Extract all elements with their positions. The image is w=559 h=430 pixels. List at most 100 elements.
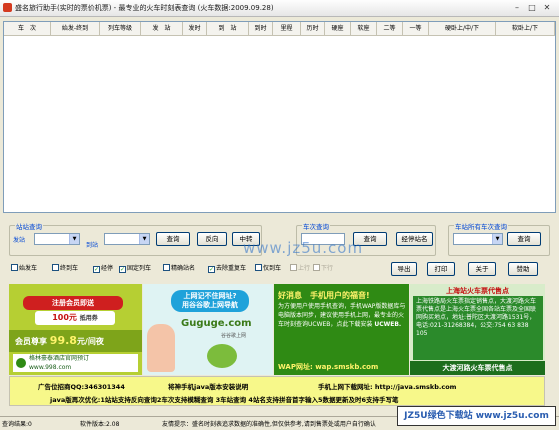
column-header[interactable]: 到时 <box>249 22 273 36</box>
column-header[interactable]: 软卧上/下 <box>496 22 555 36</box>
chevron-down-icon[interactable]: ▼ <box>139 234 149 244</box>
title-bar: 盛名旅行助手(实时的票价机票) - 最专业的火车时刻表查询 (火车数据:2009… <box>0 0 559 17</box>
to-station-combo[interactable]: ▼ <box>104 233 150 245</box>
filter-checkbox[interactable]: 终到车 <box>52 264 78 274</box>
filter-label: 固定列车 <box>127 265 152 272</box>
filter-label: 精确站名 <box>171 265 196 272</box>
from-station-label: 发站 <box>13 237 26 244</box>
station-all-label: 车站所有车次查询 <box>454 221 508 231</box>
watermark-logo: JZ5U绿色下载站 www.jz5u.com <box>397 406 556 426</box>
filter-checkbox: 上行 <box>290 264 310 274</box>
column-header[interactable]: 二等 <box>377 22 403 36</box>
about-button[interactable]: 关于 <box>468 262 496 276</box>
app-icon <box>3 3 12 12</box>
ad1-hotel-url: www.998.com <box>29 364 72 371</box>
column-header[interactable]: 硬卧上/中/下 <box>429 22 496 36</box>
ad2-brand: Guguge.com <box>181 318 252 329</box>
ad2-bubble-line2: 用谷谷歌上网导航 <box>182 301 238 309</box>
ad-contact-link[interactable]: 广告位招商QQ:346301344 <box>38 381 125 391</box>
checkbox-icon <box>290 264 297 271</box>
checkbox-icon <box>255 264 262 271</box>
ad1-price-band: 100元 抵用券 <box>35 311 115 325</box>
filter-label: 下行 <box>321 265 334 272</box>
chevron-down-icon[interactable]: ▼ <box>492 234 502 244</box>
result-count: 查询结果:0 <box>2 421 32 428</box>
mobile-download-link[interactable]: 手机上网下载网址: http://java.smskb.com <box>318 381 456 391</box>
station-all-query-button[interactable]: 查询 <box>507 232 541 246</box>
filter-checkbox[interactable]: ✓ 经停 <box>93 264 113 274</box>
ad-strip: 注册会员即送 100元 抵用券 会员尊享 99.8元/间夜 格林豪泰酒店官网预订… <box>9 284 545 375</box>
watermark-overlay: www.jz5u.com <box>243 239 364 257</box>
checkmark-icon: ✓ <box>119 266 126 273</box>
ad1-member-prefix: 会员尊享 <box>15 337 47 346</box>
ad2-sub: 谷谷歌上网 <box>221 333 247 339</box>
ad1-price: 100元 <box>52 313 77 322</box>
ad1-hotel-box: 格林豪泰酒店官网预订 www.998.com <box>13 354 138 372</box>
export-button[interactable]: 导出 <box>391 262 417 276</box>
filter-checkbox[interactable]: ✓ 固定列车 <box>119 264 151 274</box>
checkbox-icon <box>313 264 320 271</box>
close-icon[interactable]: ✕ <box>540 2 554 14</box>
hotel-logo-icon <box>16 358 26 368</box>
print-button[interactable]: 打印 <box>427 262 455 276</box>
filter-checkbox[interactable]: 始发车 <box>11 264 37 274</box>
minimize-icon[interactable]: – <box>510 2 524 14</box>
hotel-ad[interactable]: 注册会员即送 100元 抵用券 会员尊享 99.8元/间夜 格林豪泰酒店官网预订… <box>9 284 142 375</box>
ticket-office-ad[interactable]: 上海站火车票代售点 上海铁路局火车票指定销售点，大渡河路火车票代售点是上海火车票… <box>410 284 545 375</box>
info-bar: 广告位招商QQ:346301344 将神手机java版本安装说明 手机上网下载网… <box>9 376 545 406</box>
chevron-down-icon[interactable]: ▼ <box>69 234 79 244</box>
filter-label: 仅到车 <box>263 265 282 272</box>
ad1-hotel-name: 格林豪泰酒店官网预订 <box>29 355 90 362</box>
station-all-combo[interactable]: ▼ <box>453 233 503 245</box>
ad1-price-suffix: 抵用券 <box>79 315 98 322</box>
ad3-head: 好消息 手机用户的福音! <box>278 291 370 300</box>
column-header[interactable]: 发 站 <box>141 22 183 36</box>
result-table[interactable]: 车 次始发-终到 列车等级发 站发时到 站到时 里程 历时 硬座 软座 二等 一等 硬卧上/中/… <box>3 21 556 213</box>
checkbox-icon <box>52 264 59 271</box>
filter-checkbox[interactable]: ✓ 去除重复车 <box>208 264 246 274</box>
filter-checkbox[interactable]: 仅到车 <box>255 264 281 274</box>
filter-checkbox[interactable]: 精确站名 <box>163 264 195 274</box>
window-title: 盛名旅行助手(实时的票价机票) - 最专业的火车时刻表查询 (火车数据:2009… <box>15 4 274 12</box>
station-query-label: 站站查询 <box>15 221 43 231</box>
guguge-ad[interactable]: 上网记不住网址? 用谷谷歌上网导航 Guguge.com 谷谷歌上网 <box>143 284 273 375</box>
table-header: 车 次始发-终到 列车等级发 站发时到 站到时 里程 历时 硬座 软座 二等 一等 硬卧上/中/… <box>4 22 555 36</box>
checkmark-icon: ✓ <box>208 266 215 273</box>
mobile-ad[interactable]: 好消息 手机用户的福音! 为方便用户使用手机查询，手机WAP版数据库与电脑版本同… <box>274 284 409 375</box>
column-header[interactable]: 始发-终到 <box>51 22 100 36</box>
from-station-combo[interactable]: ▼ <box>34 233 80 245</box>
station-all-group: 车站所有车次查询 ▼ 查询 <box>448 221 550 256</box>
ad4-body: 上海铁路局火车票指定销售点，大渡河路火车票代售点是上海火车票全国各站车票及全国联… <box>413 296 543 360</box>
maximize-icon[interactable]: □ <box>525 2 539 14</box>
filter-label: 终到车 <box>60 265 79 272</box>
column-header[interactable]: 发时 <box>183 22 207 36</box>
ad3-body: 为方便用户使用手机查询，手机WAP版数据库与电脑版本同步，建议使用手机上网，最专… <box>278 302 406 329</box>
filter-label: 去除重复车 <box>216 265 247 272</box>
column-header[interactable]: 列车等级 <box>100 22 141 36</box>
ad3-ucweb: UCWEB. <box>374 321 402 328</box>
donate-button[interactable]: 赞助 <box>508 262 538 276</box>
filter-label: 上行 <box>298 265 311 272</box>
column-header[interactable]: 到 站 <box>207 22 249 36</box>
column-header[interactable]: 硬座 <box>325 22 351 36</box>
ad4-foot: 大渡河路火车票代售点 <box>410 361 545 375</box>
checkmark-icon: ✓ <box>93 266 100 273</box>
column-header[interactable]: 软座 <box>351 22 377 36</box>
java-install-link[interactable]: 将神手机java版本安装说明 <box>168 381 248 391</box>
parrot-illustration-icon <box>207 344 237 368</box>
ad3-foot: WAP网址: wap.smskb.com <box>278 363 379 371</box>
ad1-member-price: 99.8 <box>49 334 77 347</box>
ad2-bubble: 上网记不住网址? 用谷谷歌上网导航 <box>171 290 249 312</box>
station-query-button[interactable]: 查询 <box>156 232 190 246</box>
passby-stations-button[interactable]: 经停站名 <box>396 232 433 246</box>
filter-checkbox: 下行 <box>313 264 333 274</box>
column-header[interactable]: 里程 <box>273 22 301 36</box>
checkbox-icon <box>11 264 18 271</box>
column-header[interactable]: 历时 <box>301 22 325 36</box>
ad4-head: 上海站火车票代售点 <box>446 287 509 295</box>
reverse-button[interactable]: 反向 <box>197 232 227 246</box>
column-header[interactable]: 车 次 <box>4 22 51 36</box>
train-query-label: 车次查询 <box>302 221 330 231</box>
ad1-ribbon: 注册会员即送 <box>23 296 123 310</box>
column-header[interactable]: 一等 <box>403 22 429 36</box>
